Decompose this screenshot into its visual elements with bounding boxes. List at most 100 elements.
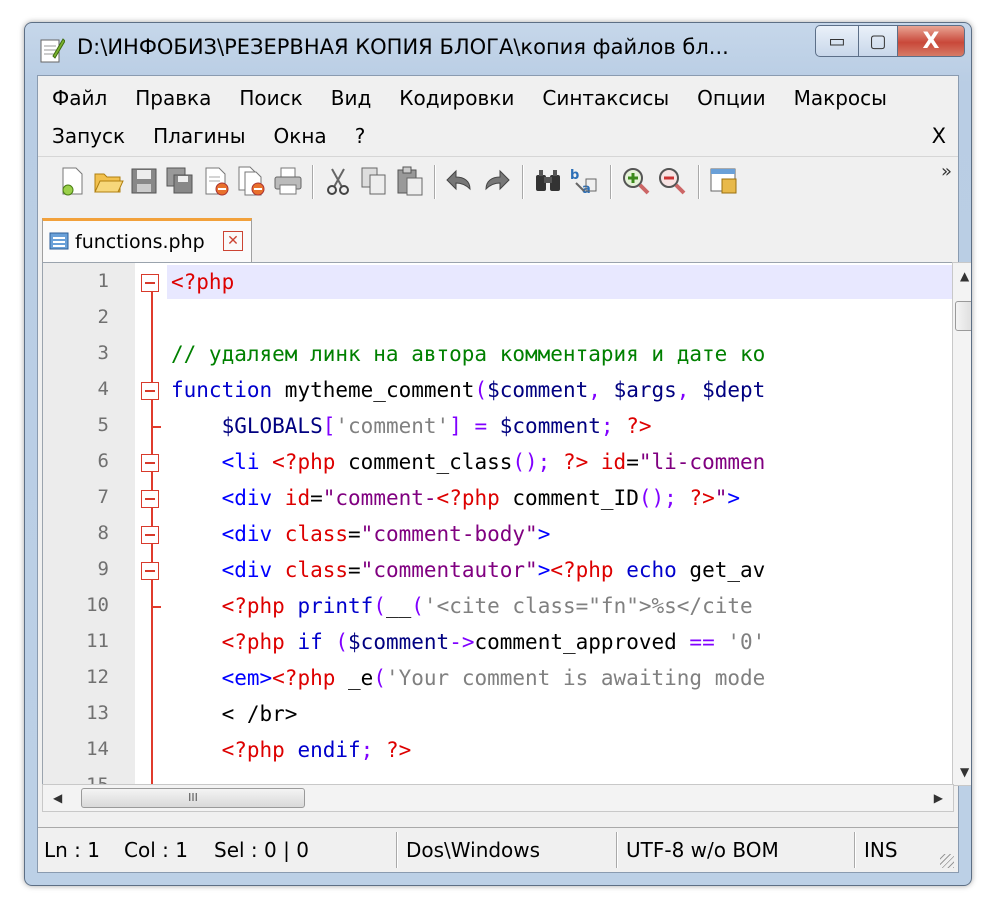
- code-line: < /br>: [171, 697, 298, 731]
- code-token: ] =: [449, 414, 500, 438]
- scroll-left-icon[interactable]: ◀: [53, 791, 62, 805]
- fold-toggle-icon[interactable]: [141, 274, 159, 292]
- resize-grip[interactable]: [940, 854, 954, 868]
- zoom-out-icon[interactable]: [656, 165, 688, 197]
- menu-row-2: Запуск Плагины Окна?: [38, 124, 379, 148]
- menu-item[interactable]: Файл: [38, 86, 121, 110]
- status-eol-format: Dos\Windows: [406, 838, 541, 862]
- close-document-button[interactable]: X: [932, 124, 946, 148]
- code-token: ->: [449, 630, 475, 654]
- minimize-button[interactable]: ▭: [815, 25, 859, 57]
- save-icon[interactable]: [128, 165, 160, 197]
- code-line: <li <?php comment_class(); ?> id="li-com…: [171, 445, 766, 479]
- code-editor[interactable]: 1 2 3 4 5 6 7 8 9 10 11 12 13 14 15 <?php// удаляем ли…: [42, 262, 954, 786]
- fold-toggle-icon[interactable]: [141, 454, 159, 472]
- code-token: <li: [221, 450, 273, 474]
- notepad-window: D:\ИНФОБИЗ\РЕЗЕРВНАЯ КОПИЯ БЛОГА\копия ф…: [24, 22, 972, 886]
- scroll-down-icon[interactable]: ▼: [960, 765, 969, 779]
- scroll-up-icon[interactable]: ▲: [960, 269, 969, 283]
- find-icon[interactable]: [532, 165, 564, 197]
- replace-icon[interactable]: ba: [568, 165, 600, 197]
- code-token: <div: [221, 486, 285, 510]
- scroll-right-icon[interactable]: ▶: [934, 791, 943, 805]
- toolbar-overflow-button[interactable]: »: [941, 161, 952, 182]
- menu-item[interactable]: Макросы: [780, 86, 901, 110]
- cut-icon[interactable]: [322, 165, 354, 197]
- menu-item[interactable]: Поиск: [225, 86, 316, 110]
- code-token: id: [284, 486, 311, 510]
- menu-item[interactable]: ?: [341, 124, 380, 148]
- vertical-scrollbar[interactable]: ▲ ▼: [952, 262, 971, 786]
- paste-icon[interactable]: [394, 165, 426, 197]
- code-token: >: [727, 486, 741, 510]
- toolbar-separator: [434, 165, 436, 199]
- code-line: <?php if ($comment->comment_approved == …: [171, 625, 766, 659]
- code-area[interactable]: <?php // удаляем линк на автора комментар…: [167, 263, 953, 785]
- save-all-icon[interactable]: [164, 165, 196, 197]
- code-token: ;: [600, 414, 627, 438]
- new-file-icon[interactable]: [56, 165, 88, 197]
- code-token: 'comment': [335, 414, 450, 438]
- code-token: =: [310, 486, 323, 510]
- vertical-scroll-thumb[interactable]: [955, 301, 971, 331]
- menu-item[interactable]: Синтаксисы: [528, 86, 683, 110]
- line-number: 9: [97, 558, 109, 580]
- line-number: 8: [97, 522, 109, 544]
- zoom-in-icon[interactable]: [620, 165, 652, 197]
- horizontal-scrollbar[interactable]: ◀ III ▶: [42, 784, 954, 812]
- toolbar-separator: [698, 165, 700, 199]
- window-title: D:\ИНФОБИЗ\РЕЗЕРВНАЯ КОПИЯ БЛОГА\копия ф…: [77, 35, 729, 59]
- menu-item[interactable]: Кодировки: [385, 86, 528, 110]
- code-token: <?php: [221, 630, 285, 654]
- code-token: id: [588, 450, 627, 474]
- title-bar[interactable]: D:\ИНФОБИЗ\РЕЗЕРВНАЯ КОПИЯ БЛОГА\копия ф…: [25, 23, 971, 75]
- fold-toggle-icon[interactable]: [141, 490, 159, 508]
- menu-item[interactable]: Плагины: [139, 124, 259, 148]
- menu-item[interactable]: Правка: [121, 86, 225, 110]
- maximize-button[interactable]: ▢: [859, 25, 898, 57]
- menu-bar: Файл Правка Поиск Вид Кодировки Синтаксисы Опц…: [38, 76, 958, 154]
- code-token: ?>: [562, 450, 589, 474]
- line-number: 1: [97, 270, 109, 292]
- line-number: 6: [97, 450, 109, 472]
- code-token: if: [284, 630, 323, 654]
- menu-item[interactable]: Окна: [260, 124, 341, 148]
- line-number: 14: [86, 738, 109, 760]
- close-file-icon[interactable]: [200, 165, 232, 197]
- code-token: < /br>: [221, 702, 298, 726]
- code-token: // удаляем линк на автора комментария и …: [171, 342, 766, 366]
- tab-close-icon[interactable]: ✕: [223, 231, 243, 251]
- tab-functions-php[interactable]: functions.php ✕: [42, 218, 252, 263]
- code-token: ==: [676, 630, 728, 654]
- menu-item[interactable]: Опции: [683, 86, 779, 110]
- close-window-button[interactable]: X: [898, 25, 965, 57]
- menu-item[interactable]: Вид: [317, 86, 386, 110]
- status-insert-mode: INS: [864, 838, 898, 862]
- horizontal-scroll-thumb[interactable]: III: [81, 788, 305, 808]
- menu-item[interactable]: Запуск: [38, 124, 139, 148]
- fold-toggle-icon[interactable]: [141, 526, 159, 544]
- close-all-icon[interactable]: [236, 165, 268, 197]
- copy-icon[interactable]: [358, 165, 390, 197]
- code-token: >: [537, 522, 551, 546]
- open-file-icon[interactable]: [92, 165, 124, 197]
- undo-icon[interactable]: [444, 165, 476, 197]
- code-token: <?php: [171, 270, 235, 294]
- current-line-highlight: [167, 265, 953, 299]
- code-token: =: [348, 558, 361, 582]
- status-column: Col : 1: [124, 838, 188, 862]
- code-token: <?php: [221, 594, 285, 618]
- print-icon[interactable]: [272, 165, 304, 197]
- line-number: 3: [97, 342, 109, 364]
- fold-toggle-icon[interactable]: [141, 382, 159, 400]
- fold-toggle-icon[interactable]: [141, 562, 159, 580]
- sync-view-icon[interactable]: [708, 165, 740, 197]
- redo-icon[interactable]: [480, 165, 512, 197]
- toolbar-separator: [522, 165, 524, 199]
- code-token: __: [385, 594, 412, 618]
- line-number: 10: [86, 594, 109, 616]
